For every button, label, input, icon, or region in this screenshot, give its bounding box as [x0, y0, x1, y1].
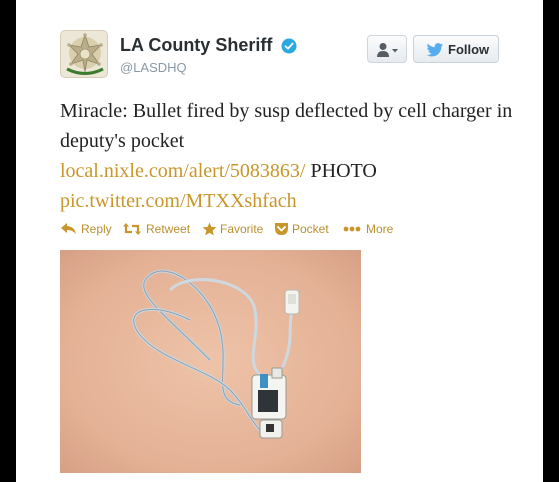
favorite-action[interactable]: Favorite [202, 222, 268, 236]
retweet-action[interactable]: Retweet [123, 222, 193, 236]
reply-action[interactable]: Reply [60, 222, 114, 236]
right-edge-bar [543, 0, 559, 482]
favorite-label: Favorite [220, 222, 264, 236]
twitter-bird-icon [426, 43, 444, 57]
tweet-photo-word: PHOTO [310, 160, 377, 182]
retweet-icon [123, 223, 141, 235]
tweet-text: Miracle: Bullet fired by susp deflected … [60, 96, 520, 216]
tweet-link-url[interactable]: local.nixle.com/alert/5083863/ [60, 160, 306, 182]
more-dots-icon [343, 226, 361, 232]
tweet-photo-link[interactable]: pic.twitter.com/MTXXshfach [60, 190, 297, 212]
user-dropdown-icon [377, 43, 398, 57]
favorite-star-icon [202, 222, 217, 236]
tweet-screenshot: LA County Sheriff @LASDHQ Follow Miracle… [0, 0, 559, 482]
user-actions-dropdown[interactable] [367, 35, 407, 63]
tweet-body-text: Miracle: Bullet fired by susp deflected … [60, 100, 513, 152]
pocket-label: Pocket [292, 222, 329, 236]
tweet-photo[interactable] [60, 250, 361, 473]
user-name-block[interactable]: LA County Sheriff @LASDHQ [120, 35, 297, 75]
screen-name[interactable]: @LASDHQ [120, 60, 297, 75]
pocket-action[interactable]: Pocket [274, 222, 334, 236]
avatar[interactable] [60, 30, 108, 78]
left-edge-bar [0, 0, 16, 482]
follow-button[interactable]: Follow [413, 35, 499, 63]
verified-badge-icon [281, 38, 297, 53]
follow-button-label: Follow [448, 42, 490, 57]
reply-label: Reply [81, 222, 112, 236]
retweet-label: Retweet [146, 222, 191, 236]
more-label: More [366, 222, 394, 236]
reply-icon [61, 223, 76, 234]
display-name[interactable]: LA County Sheriff [120, 35, 272, 56]
charger-cable-photo [60, 250, 361, 473]
sheriff-star-badge-icon [61, 31, 107, 77]
more-action[interactable]: More [343, 222, 397, 236]
pocket-icon [275, 223, 288, 235]
